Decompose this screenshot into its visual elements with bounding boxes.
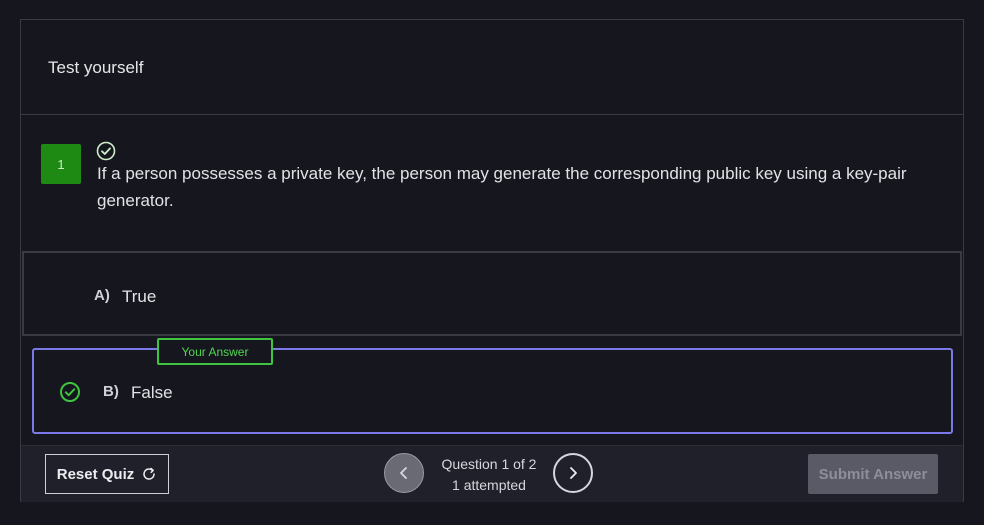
question-number: 1 (57, 156, 65, 172)
option-a[interactable]: A) True (22, 251, 962, 336)
quiz-header: Test yourself (21, 20, 963, 115)
attempted-count: 1 attempted (452, 477, 526, 493)
option-text: True (122, 287, 157, 306)
question-counter: Question 1 of 2 (441, 456, 537, 472)
submit-answer-button[interactable]: Submit Answer (808, 454, 938, 494)
check-circle-icon (60, 382, 80, 402)
reset-quiz-button[interactable]: Reset Quiz (45, 454, 169, 494)
quiz-footer: Reset Quiz Question 1 of 2 1 attempted S… (21, 445, 963, 502)
previous-question-button[interactable] (384, 453, 424, 493)
reset-quiz-label: Reset Quiz (56, 465, 135, 483)
question-number-badge: 1 (41, 144, 81, 184)
question-text: If a person possesses a private key, the… (97, 164, 907, 210)
your-answer-badge: Your Answer (157, 338, 273, 365)
chevron-left-icon (400, 467, 407, 479)
option-letter: B) (103, 383, 119, 400)
option-text: False (131, 383, 173, 402)
option-letter: A) (94, 287, 110, 304)
check-circle-icon (96, 141, 116, 161)
question-progress: Question 1 of 2 1 attempted (421, 454, 557, 496)
quiz-panel: Test yourself 1 If a person possesses a … (20, 19, 964, 502)
quiz-title: Test yourself (48, 58, 144, 77)
next-question-button[interactable] (553, 453, 593, 493)
chevron-right-icon (570, 467, 577, 479)
refresh-icon (143, 467, 156, 480)
